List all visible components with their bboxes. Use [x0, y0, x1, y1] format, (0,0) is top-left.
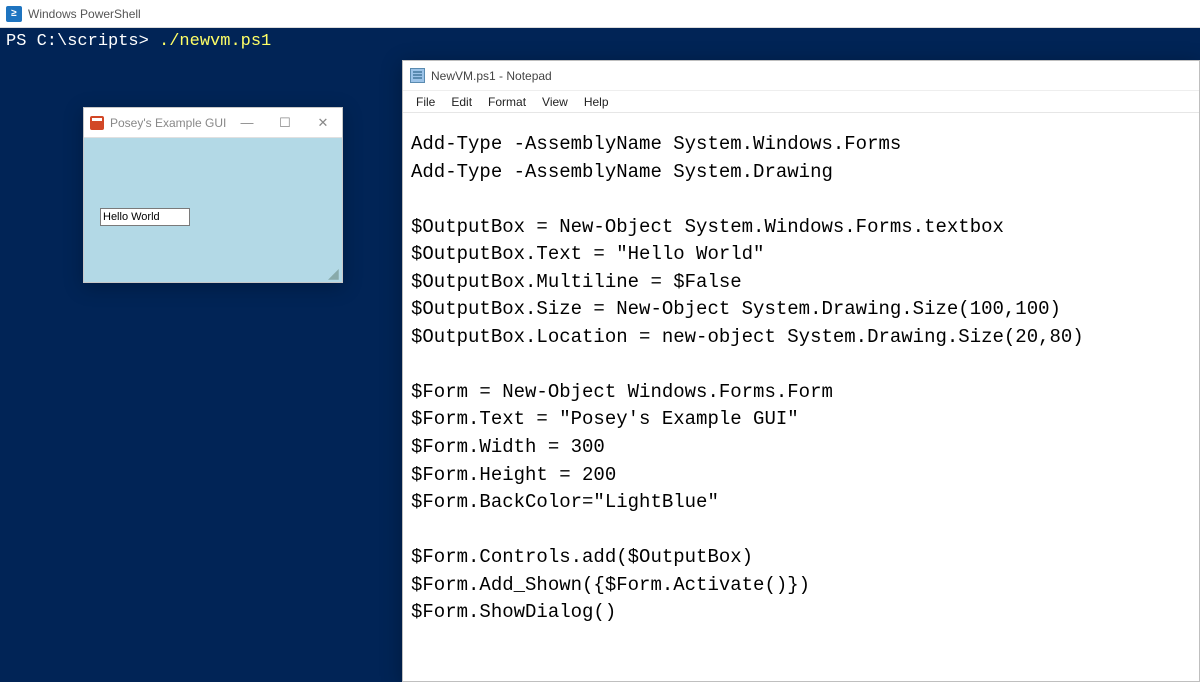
- maximize-button[interactable]: ☐: [266, 108, 304, 138]
- form-icon: [90, 116, 104, 130]
- notepad-titlebar[interactable]: NewVM.ps1 - Notepad: [403, 61, 1199, 91]
- ps-prompt: PS C:\scripts>: [6, 32, 149, 51]
- menu-edit[interactable]: Edit: [444, 93, 479, 111]
- powershell-title: Windows PowerShell: [28, 7, 141, 21]
- menu-format[interactable]: Format: [481, 93, 533, 111]
- resize-grip-icon[interactable]: ◢: [328, 268, 340, 280]
- menu-help[interactable]: Help: [577, 93, 616, 111]
- close-button[interactable]: ✕: [304, 108, 342, 138]
- powershell-titlebar[interactable]: ≥ Windows PowerShell: [0, 0, 1200, 28]
- notepad-icon: [410, 68, 425, 83]
- notepad-title: NewVM.ps1 - Notepad: [431, 69, 552, 83]
- notepad-editor[interactable]: Add-Type -AssemblyName System.Windows.Fo…: [403, 113, 1199, 635]
- menu-file[interactable]: File: [409, 93, 442, 111]
- gui-body: ◢: [84, 138, 342, 282]
- notepad-window[interactable]: NewVM.ps1 - Notepad File Edit Format Vie…: [402, 60, 1200, 682]
- example-gui-window[interactable]: Posey's Example GUI — ☐ ✕ ◢: [83, 107, 343, 283]
- ps-command: ./newvm.ps1: [159, 32, 271, 51]
- output-textbox[interactable]: [100, 208, 190, 226]
- menu-view[interactable]: View: [535, 93, 575, 111]
- minimize-button[interactable]: —: [228, 108, 266, 138]
- notepad-menubar: File Edit Format View Help: [403, 91, 1199, 113]
- gui-title: Posey's Example GUI: [110, 116, 228, 130]
- gui-titlebar[interactable]: Posey's Example GUI — ☐ ✕: [84, 108, 342, 138]
- powershell-icon: ≥: [6, 6, 22, 22]
